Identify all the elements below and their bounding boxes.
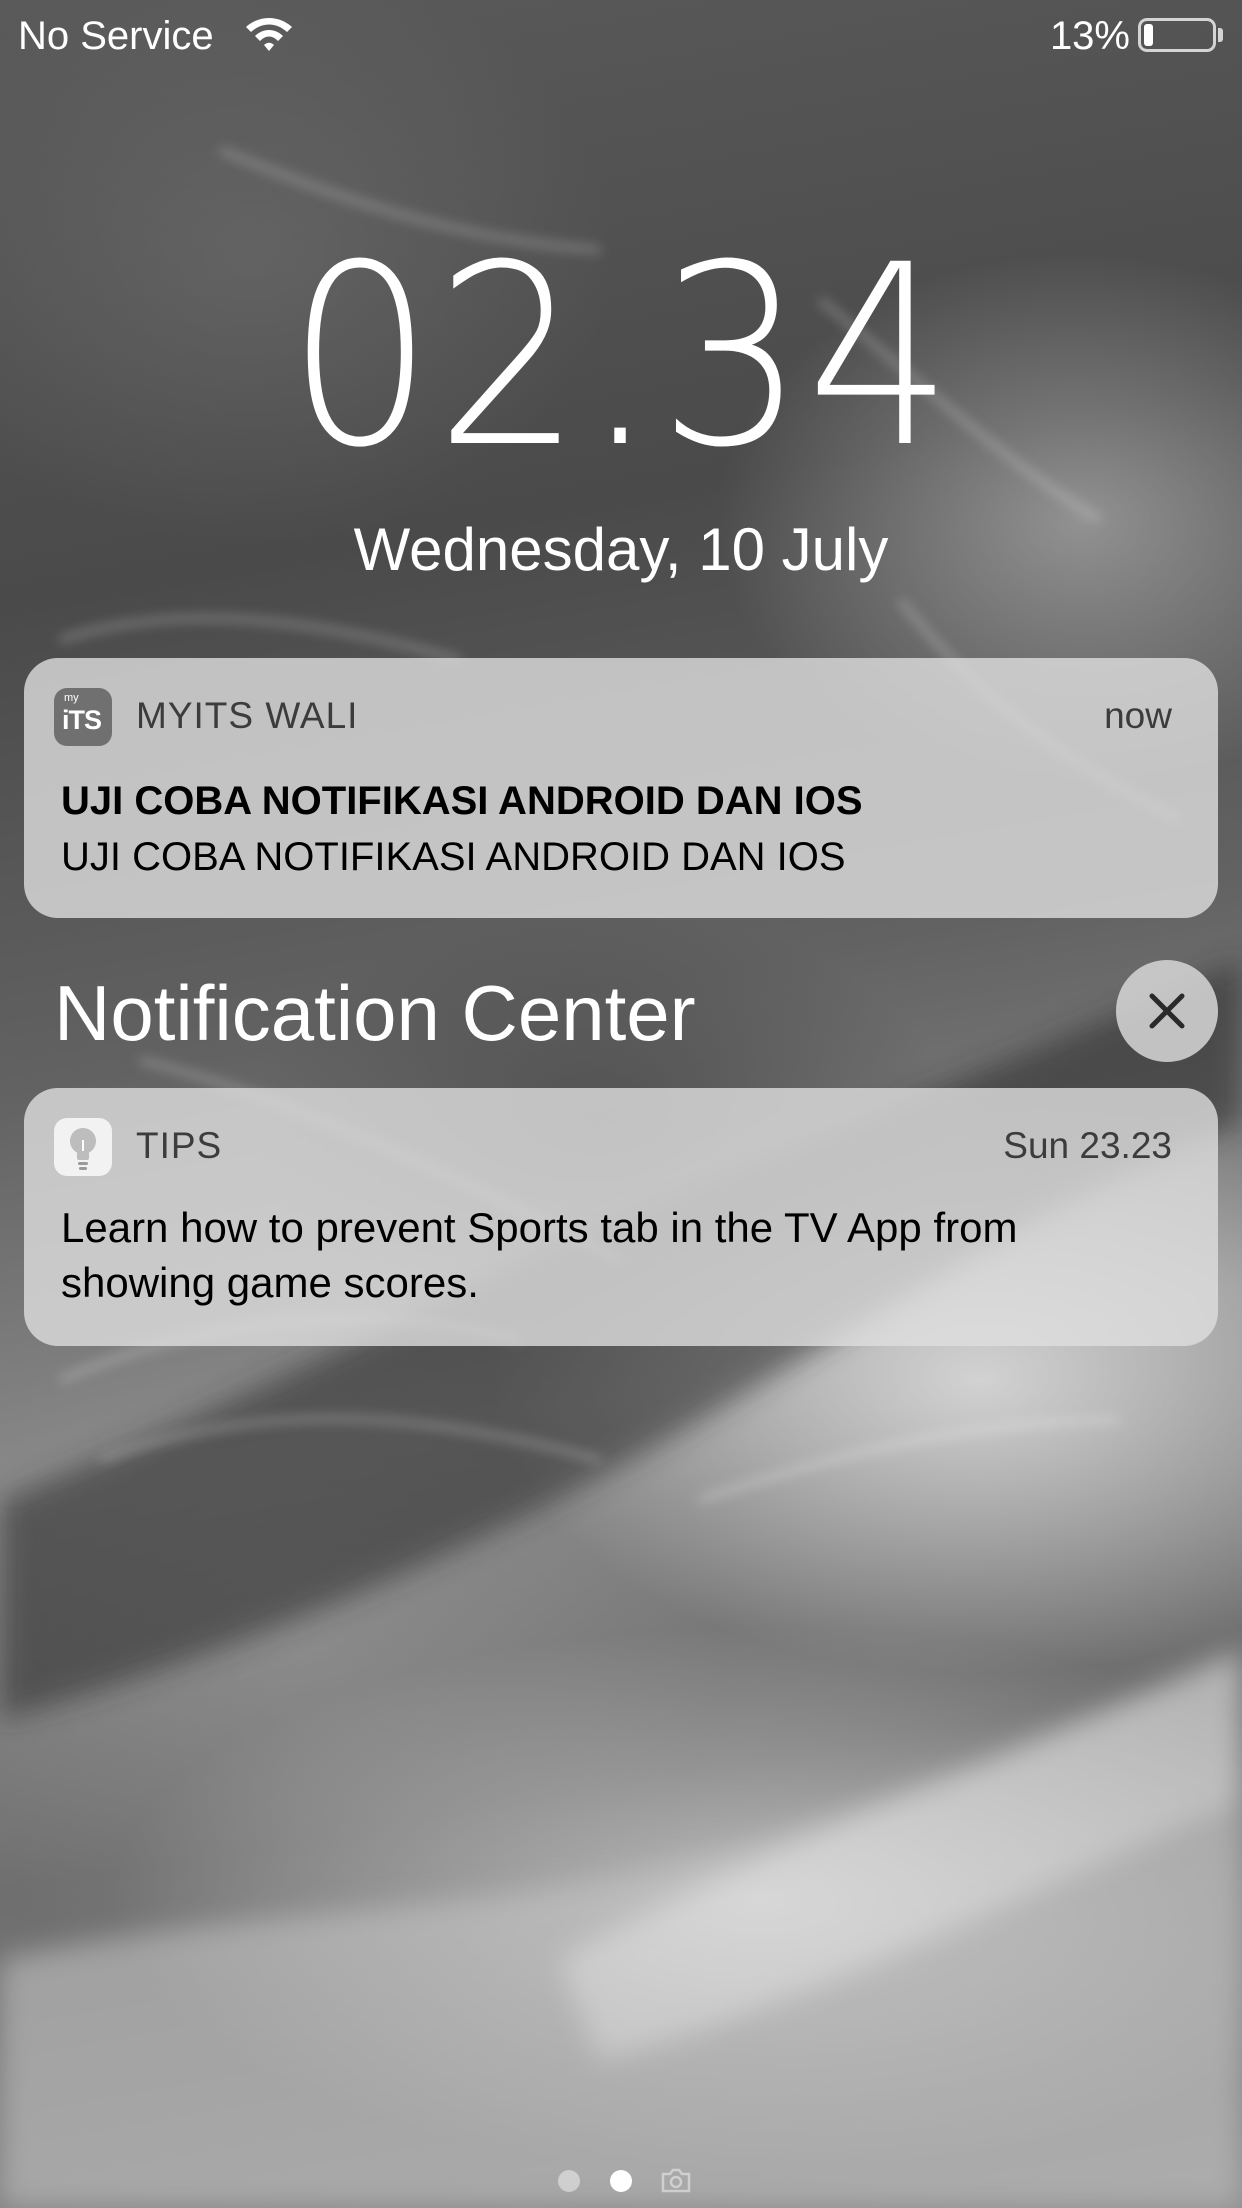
lock-screen-date: Wednesday, 10 July [353,516,889,583]
close-icon [1149,993,1185,1029]
page-dot [558,2170,580,2192]
notification-app-name: MYITS WALI [136,695,359,736]
status-bar: No Service 13% [0,0,1242,72]
notification-center-title: Notification Center [54,969,696,1057]
notification-body: UJI COBA NOTIFIKASI ANDROID DAN IOS [61,835,846,879]
notification-card-myits[interactable]: my iTS MYITS WALI now UJI COBA NOTIFIKAS… [24,658,1218,918]
myits-icon-label-big: iTS [62,705,102,735]
page-indicator[interactable] [0,2158,1242,2194]
battery-percent: 13% [1049,14,1130,58]
notification-time: now [1104,695,1172,736]
lock-screen-time: 02.34 [287,211,955,502]
lightbulb-icon [54,1118,112,1176]
battery-terminal [1218,28,1223,42]
notification-title: UJI COBA NOTIFIKASI ANDROID DAN IOS [61,779,863,823]
myits-icon-label-small: my [64,692,79,704]
myits-app-icon: my iTS [54,688,112,746]
battery-level-fill [1144,24,1153,46]
notification-time: Sun 23.23 [1003,1125,1172,1166]
camera-icon [660,2166,692,2194]
battery-icon [1138,18,1216,52]
wifi-icon [244,14,294,54]
clear-notifications-button[interactable] [1116,960,1218,1062]
notification-app-name: TIPS [136,1125,223,1166]
notification-body: Learn how to prevent Sports tab in the T… [61,1204,1018,1306]
carrier-label: No Service [18,14,214,58]
notification-card-tips[interactable]: TIPS Sun 23.23 Learn how to prevent Spor… [24,1088,1218,1346]
page-dot-current [610,2170,632,2192]
